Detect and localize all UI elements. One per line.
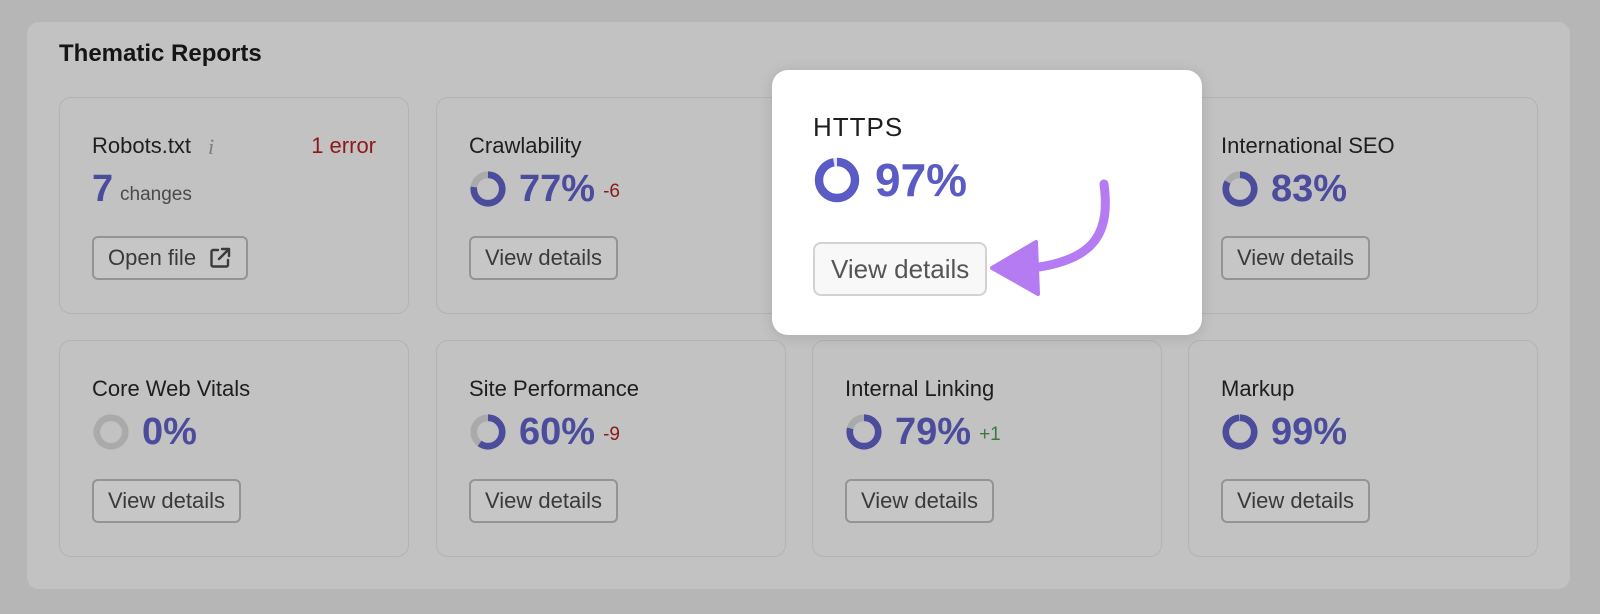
crawlability-score: 77% — [519, 168, 596, 210]
international-seo-progress-ring — [1222, 171, 1258, 207]
international-seo-view-details-button[interactable]: View details — [1221, 236, 1370, 280]
progress-ring-fill — [1222, 414, 1258, 450]
robots-card: Robots.txt i 1 error 7 changes Open file — [59, 97, 409, 314]
robots-label: Robots.txt — [92, 133, 192, 158]
site-performance-view-details-button[interactable]: View details — [469, 479, 618, 523]
open-file-label: Open file — [108, 245, 197, 270]
robots-changes-label: changes — [120, 184, 192, 205]
internal-linking-card: Internal Linking 79% +1 View details — [812, 340, 1162, 557]
international-seo-label: International SEO — [1221, 133, 1395, 158]
site-performance-score: 60% — [519, 411, 596, 453]
curved-arrow-icon — [990, 179, 1110, 296]
site-performance-card: Site Performance 60% -9 View details — [436, 340, 786, 557]
site-performance-delta: -9 — [603, 424, 620, 445]
markup-view-details-button[interactable]: View details — [1221, 479, 1370, 523]
internal-linking-view-details-button[interactable]: View details — [845, 479, 994, 523]
core-web-vitals-label: Core Web Vitals — [92, 376, 251, 401]
site-performance-label: Site Performance — [469, 376, 639, 401]
internal-linking-progress-ring — [846, 414, 882, 450]
external-link-icon — [210, 247, 231, 268]
robots-error-link[interactable]: 1 error — [311, 133, 376, 159]
https-progress-ring — [814, 157, 860, 203]
core-web-vitals-card: Core Web Vitals 0% View details — [59, 340, 409, 557]
crawlability-progress-ring — [470, 171, 506, 207]
internal-linking-delta: +1 — [979, 424, 1001, 445]
core-web-vitals-progress-ring — [93, 414, 129, 450]
crawlability-delta: -6 — [603, 181, 620, 202]
info-icon[interactable]: i — [208, 134, 214, 160]
crawlability-label: Crawlability — [469, 133, 582, 158]
markup-label: Markup — [1221, 376, 1295, 401]
robots-changes-count: 7 — [92, 168, 114, 210]
markup-score: 99% — [1271, 411, 1348, 453]
markup-card: Markup 99% View details — [1188, 340, 1538, 557]
https-score: 97% — [875, 154, 968, 206]
progress-ring-fill — [814, 157, 860, 203]
crawlability-card: Crawlability 77% -6 View details — [436, 97, 786, 314]
markup-progress-ring — [1222, 414, 1258, 450]
international-seo-score: 83% — [1271, 168, 1348, 210]
https-view-details-button[interactable]: View details — [813, 242, 988, 296]
panel-title: Thematic Reports — [59, 40, 262, 67]
progress-ring-track — [93, 414, 129, 450]
internal-linking-score: 79% — [895, 411, 972, 453]
core-web-vitals-score: 0% — [142, 411, 197, 453]
site-performance-progress-ring — [470, 414, 506, 450]
core-web-vitals-view-details-button[interactable]: View details — [92, 479, 241, 523]
open-file-button[interactable]: Open file — [92, 236, 249, 280]
international-seo-card: International SEO 83% View details — [1188, 97, 1538, 314]
crawlability-view-details-button[interactable]: View details — [469, 236, 618, 280]
internal-linking-label: Internal Linking — [845, 376, 995, 401]
https-label: HTTPS — [813, 112, 904, 142]
